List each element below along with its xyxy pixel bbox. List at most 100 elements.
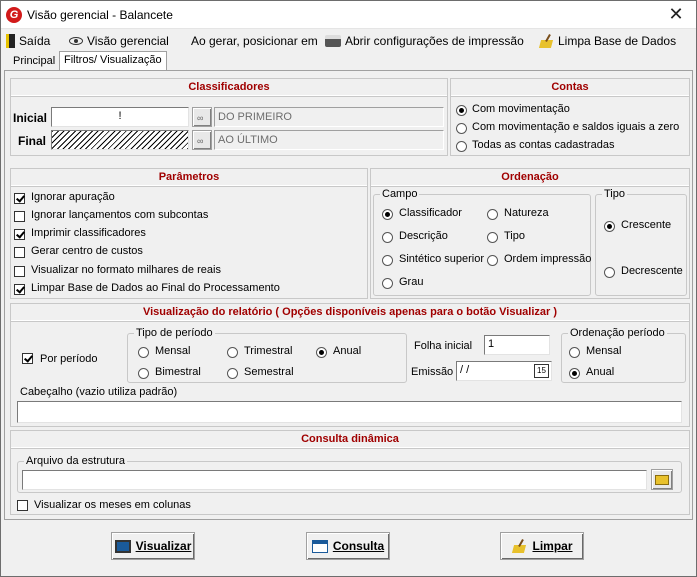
ord-periodo-mensal[interactable]: Mensal: [586, 345, 621, 357]
close-button[interactable]: ✕: [661, 3, 691, 25]
consulta-group: Consulta dinâmica Arquivo da estrutura V…: [10, 430, 690, 515]
tipo-legend: Tipo: [602, 188, 627, 200]
contas-radio-2[interactable]: [456, 141, 467, 152]
periodo-semestral[interactable]: Semestral: [244, 366, 294, 378]
campo-radio-tipo[interactable]: [487, 232, 498, 243]
printer-icon: [325, 35, 341, 47]
campo-ordem-impressao[interactable]: Ordem impressão: [504, 253, 591, 265]
campo-radio-natureza[interactable]: [487, 209, 498, 220]
param-checkbox-2[interactable]: [14, 229, 25, 240]
campo-sintetico[interactable]: Sintético superior: [399, 253, 484, 265]
tipo-crescente[interactable]: Crescente: [621, 219, 671, 231]
periodo-radio-bimestral[interactable]: [138, 368, 149, 379]
param-checkbox-4[interactable]: [14, 266, 25, 277]
param-label-4[interactable]: Visualizar no formato milhares de reais: [31, 264, 221, 276]
param-checkbox-1[interactable]: [14, 211, 25, 222]
binoculars-icon: ∞: [197, 136, 204, 146]
contas-title: Contas: [451, 79, 689, 97]
classificadores-group: Classificadores Inicial ! ∞ DO PRIMEIRO …: [10, 78, 448, 156]
param-checkbox-3[interactable]: [14, 247, 25, 258]
param-label-3[interactable]: Gerar centro de custos: [31, 245, 143, 257]
ordenacao-title: Ordenação: [371, 169, 689, 187]
folha-inicial-input[interactable]: 1: [484, 335, 550, 355]
ord-periodo-radio-mensal[interactable]: [569, 347, 580, 358]
title-bar: G Visão gerencial - Balancete ✕: [1, 1, 696, 29]
param-label-2[interactable]: Imprimir classificadores: [31, 227, 146, 239]
inicial-search-button[interactable]: ∞: [192, 107, 212, 127]
periodo-radio-anual[interactable]: [316, 347, 327, 358]
contas-option-2[interactable]: Todas as contas cadastradas: [472, 139, 614, 151]
limpar-button[interactable]: Limpar: [500, 532, 584, 560]
param-label-5[interactable]: Limpar Base de Dados ao Final do Process…: [31, 282, 280, 294]
param-label-0[interactable]: Ignorar apuração: [31, 191, 115, 203]
consulta-button[interactable]: Consulta: [306, 532, 390, 560]
param-checkbox-5[interactable]: [14, 284, 25, 295]
final-search-button[interactable]: ∞: [192, 130, 212, 150]
campo-radio-grau[interactable]: [382, 278, 393, 289]
view-button[interactable]: Visão gerencial: [69, 32, 169, 50]
tipo-decrescente[interactable]: Decrescente: [621, 265, 683, 277]
inicial-input[interactable]: !: [51, 107, 189, 127]
campo-radio-sintetico[interactable]: [382, 255, 393, 266]
print-config-button[interactable]: Abrir configurações de impressão: [325, 32, 524, 50]
campo-grau[interactable]: Grau: [399, 276, 423, 288]
contas-option-0[interactable]: Com movimentação: [472, 103, 570, 115]
visualizacao-group: Visualização do relatório ( Opções dispo…: [10, 303, 690, 427]
open-file-button[interactable]: [651, 469, 673, 490]
ord-periodo-fieldset: Ordenação período Mensal Anual: [561, 327, 686, 383]
contas-radio-1[interactable]: [456, 123, 467, 134]
exit-button[interactable]: Saída: [6, 32, 50, 50]
campo-classificador[interactable]: Classificador: [399, 207, 462, 219]
por-periodo-checkbox[interactable]: [22, 353, 33, 364]
calendar-icon[interactable]: 15: [534, 364, 549, 378]
contas-radio-0[interactable]: [456, 105, 467, 116]
cabecalho-input[interactable]: [17, 401, 682, 423]
emissao-label: Emissão: [411, 366, 454, 378]
toolbar: Saída Visão gerencial Ao gerar, posicion…: [1, 29, 696, 51]
periodo-radio-trimestral[interactable]: [227, 347, 238, 358]
clean-db-button[interactable]: Limpa Base de Dados: [538, 32, 676, 50]
folder-icon: [655, 475, 669, 485]
campo-tipo[interactable]: Tipo: [504, 230, 525, 242]
ord-periodo-anual[interactable]: Anual: [586, 366, 614, 378]
contas-option-1[interactable]: Com movimentação e saldos iguais a zero: [472, 121, 679, 133]
param-checkbox-0[interactable]: [14, 193, 25, 204]
consulta-label: Consulta: [332, 539, 385, 553]
tipo-periodo-fieldset: Tipo de período Mensal Trimestral Anual …: [127, 327, 407, 383]
monitor-icon: [114, 539, 131, 553]
meses-colunas-checkbox[interactable]: [17, 500, 28, 511]
ord-periodo-radio-anual[interactable]: [569, 368, 580, 379]
campo-descricao[interactable]: Descrição: [399, 230, 448, 242]
campo-legend: Campo: [380, 188, 420, 200]
tipo-radio-crescente[interactable]: [604, 221, 615, 232]
visualizar-button[interactable]: Visualizar: [111, 532, 195, 560]
campo-radio-descricao[interactable]: [382, 232, 393, 243]
final-input[interactable]: [51, 130, 189, 150]
por-periodo-label[interactable]: Por período: [40, 353, 97, 365]
arquivo-input[interactable]: [22, 470, 647, 490]
parametros-title: Parâmetros: [11, 169, 367, 187]
tab-filtros-visualizacao[interactable]: Filtros/ Visualização: [59, 51, 167, 71]
param-label-1[interactable]: Ignorar lançamentos com subcontas: [31, 209, 208, 221]
periodo-mensal[interactable]: Mensal: [155, 345, 190, 357]
window-icon: [311, 539, 328, 553]
final-label: Final: [18, 134, 47, 148]
periodo-anual[interactable]: Anual: [333, 345, 361, 357]
periodo-radio-mensal[interactable]: [138, 347, 149, 358]
consulta-title: Consulta dinâmica: [11, 431, 689, 449]
periodo-trimestral[interactable]: Trimestral: [244, 345, 292, 357]
print-config-label: Abrir configurações de impressão: [345, 34, 524, 48]
campo-radio-classificador[interactable]: [382, 209, 393, 220]
campo-radio-ordem-impressao[interactable]: [487, 255, 498, 266]
campo-natureza[interactable]: Natureza: [504, 207, 549, 219]
view-label: Visão gerencial: [87, 34, 169, 48]
periodo-bimestral[interactable]: Bimestral: [155, 366, 201, 378]
tab-principal[interactable]: Principal: [9, 53, 59, 71]
tipo-fieldset: Tipo Crescente Decrescente: [595, 188, 687, 296]
arquivo-legend: Arquivo da estrutura: [24, 455, 128, 467]
tipo-radio-decrescente[interactable]: [604, 267, 615, 278]
periodo-radio-semestral[interactable]: [227, 368, 238, 379]
meses-colunas-label[interactable]: Visualizar os meses em colunas: [34, 499, 191, 511]
tab-panel: Classificadores Inicial ! ∞ DO PRIMEIRO …: [4, 70, 693, 520]
app-logo-icon: G: [6, 7, 22, 23]
